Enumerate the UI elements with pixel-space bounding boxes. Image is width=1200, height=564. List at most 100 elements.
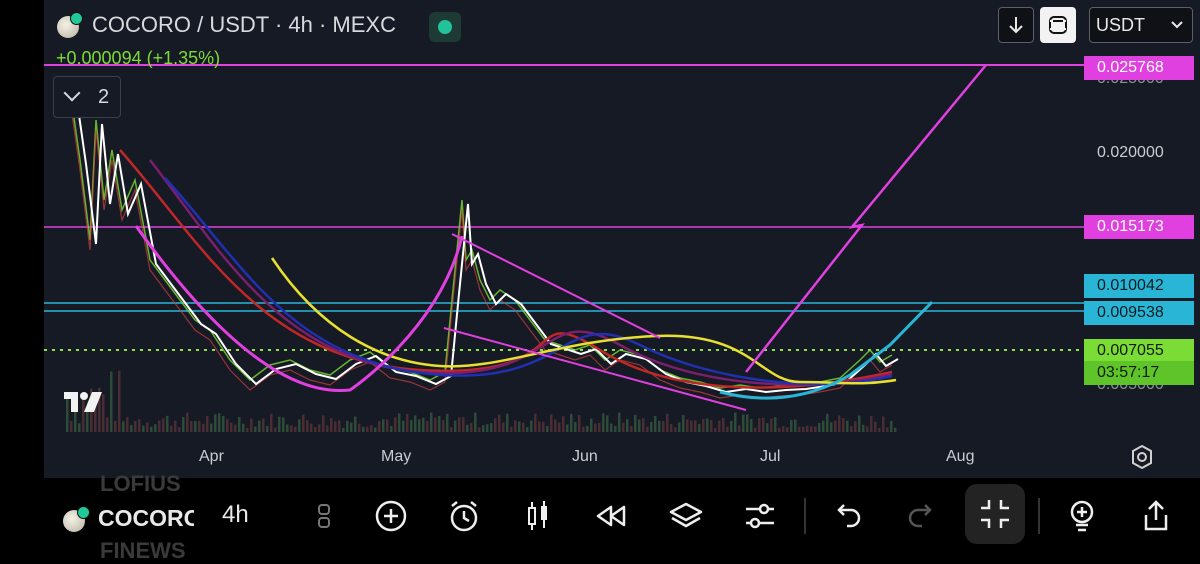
volume-bar	[770, 418, 773, 432]
chevron-down-icon	[1171, 21, 1183, 29]
volume-bar	[806, 425, 809, 432]
download-button[interactable]	[998, 7, 1034, 43]
volume-bar	[542, 421, 545, 432]
volume-bar	[574, 421, 577, 432]
volume-bar	[610, 423, 613, 432]
time-label-jun: Jun	[572, 448, 598, 465]
volume-bar	[774, 417, 777, 432]
volume-bar	[550, 414, 553, 432]
settings-sliders-icon[interactable]	[742, 498, 778, 534]
volume-bar	[114, 420, 117, 432]
price-chart[interactable]	[44, 0, 1200, 478]
volume-bar	[830, 422, 833, 432]
volume-bar	[526, 427, 529, 432]
volume-bar	[294, 426, 297, 432]
volume-bar	[266, 425, 269, 432]
volume-bar	[274, 427, 277, 432]
tradingview-logo	[64, 392, 102, 412]
market-status-icon[interactable]	[429, 12, 461, 42]
toolbar-separator	[1038, 498, 1040, 534]
volume-bar	[798, 426, 801, 432]
volume-bar	[370, 425, 373, 432]
volume-bar	[666, 413, 669, 432]
left-strip	[0, 0, 44, 554]
chart-settings-icon[interactable]	[1128, 443, 1156, 471]
volume-bar	[634, 414, 637, 432]
drag-handle-icon[interactable]	[306, 498, 342, 534]
layers-icon[interactable]	[668, 498, 704, 534]
volume-bar	[566, 424, 569, 432]
volume-bar	[434, 417, 437, 432]
volume-bar	[626, 419, 629, 432]
volume-bar	[290, 425, 293, 432]
volume-bar	[346, 420, 349, 432]
volume-bar	[146, 422, 149, 432]
bulb-icon[interactable]	[1064, 498, 1100, 534]
volume-bar	[234, 424, 237, 432]
volume-bar	[570, 413, 573, 432]
chart-area[interactable]	[44, 0, 1200, 478]
volume-bar	[762, 417, 765, 432]
volume-bar	[530, 420, 533, 432]
volume-bar	[378, 420, 381, 432]
alarm-icon[interactable]	[446, 498, 482, 534]
symbol-title[interactable]: COCORO / USDT · 4h · MEXC	[92, 12, 396, 38]
volume-bar	[790, 420, 793, 432]
fullscreen-button[interactable]	[965, 484, 1025, 544]
volume-bar	[246, 427, 249, 432]
volume-bar	[318, 424, 321, 432]
volume-bar	[202, 423, 205, 432]
volume-bar	[446, 413, 449, 432]
volume-bar	[350, 422, 353, 432]
volume-bar	[546, 425, 549, 432]
volume-bar	[454, 420, 457, 432]
volume-bar	[186, 412, 189, 432]
volume-bar	[426, 420, 429, 432]
volume-bar	[598, 422, 601, 432]
timeframe-selector[interactable]: 4h	[222, 501, 249, 529]
indicators-toggle[interactable]: 2	[53, 76, 121, 118]
share-icon[interactable]	[1138, 498, 1174, 534]
volume-bar	[226, 419, 229, 432]
volume-bar	[842, 418, 845, 432]
volume-bar	[326, 425, 329, 432]
volume-bar	[70, 421, 73, 432]
volume-bar	[386, 419, 389, 432]
volume-bar	[106, 417, 109, 432]
add-icon[interactable]	[373, 498, 409, 534]
volume-bar	[354, 416, 357, 432]
volume-bar	[862, 424, 865, 432]
volume-bar	[498, 414, 501, 432]
volume-bar	[578, 415, 581, 432]
swap-chart-button[interactable]	[1040, 7, 1076, 43]
volume-bar	[742, 414, 745, 432]
volume-bar	[490, 423, 493, 432]
time-label-aug: Aug	[946, 448, 975, 465]
volume-bar	[302, 414, 305, 432]
undo-icon[interactable]	[829, 498, 865, 534]
volume-bar	[406, 413, 409, 432]
volume-bar	[210, 423, 213, 432]
volume-bar	[242, 423, 245, 432]
countdown-tag: 03:57:17	[1084, 361, 1194, 385]
volume-bar	[670, 424, 673, 432]
volume-bar	[646, 426, 649, 432]
volume-bar	[642, 418, 645, 432]
volume-bar	[306, 420, 309, 432]
volume-bar	[334, 421, 337, 432]
volume-bar	[218, 413, 221, 432]
volume-bar	[882, 416, 885, 432]
volume-bar	[586, 425, 589, 432]
projection-drawing	[745, 64, 987, 373]
symbol-selector[interactable]: COCORO	[98, 505, 194, 532]
volume-bar	[786, 427, 789, 432]
candles-icon[interactable]	[520, 498, 556, 534]
volume-bar	[538, 421, 541, 432]
volume-bar	[130, 425, 133, 432]
volume-bar	[442, 419, 445, 432]
replay-icon[interactable]	[594, 498, 630, 534]
volume-bar	[854, 421, 857, 432]
redo-icon[interactable]	[904, 498, 940, 534]
volume-bar	[138, 419, 141, 432]
mexc-badge-icon	[70, 12, 83, 25]
